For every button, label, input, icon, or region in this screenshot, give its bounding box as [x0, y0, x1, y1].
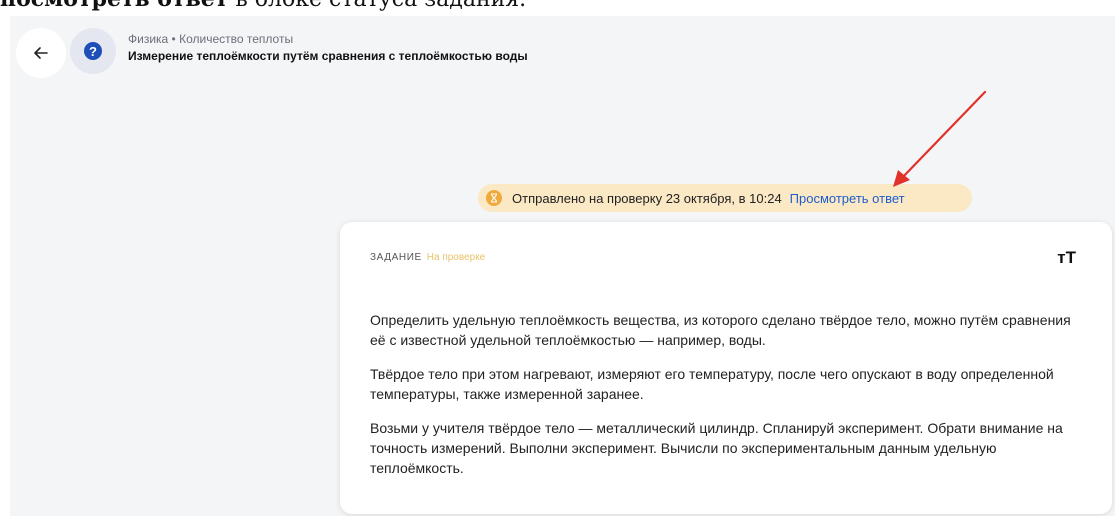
app-left-strip — [0, 16, 10, 516]
hourglass-icon — [486, 190, 502, 206]
instruction-caption: посмотреть ответ в блоке статуса задания… — [0, 0, 1115, 16]
task-paragraph: Твёрдое тело при этом нагревают, измеряю… — [370, 366, 1054, 402]
view-answer-link[interactable]: Просмотреть ответ — [790, 191, 905, 206]
help-button[interactable]: ? — [70, 28, 116, 74]
task-status: На проверке — [426, 252, 486, 263]
status-badge: Отправлено на проверку 23 октября, в 10:… — [478, 184, 972, 212]
question-icon: ? — [84, 42, 102, 60]
breadcrumb[interactable]: Физика • Количество теплоты — [128, 32, 293, 46]
page-title: Измерение теплоёмкости путём сравнения с… — [128, 49, 528, 63]
task-header: ЗАДАНИЕ На проверке — [370, 252, 485, 263]
instruction-bold: посмотреть ответ — [0, 0, 228, 12]
back-button[interactable] — [16, 28, 66, 78]
font-size-button[interactable]: тT — [1057, 248, 1076, 268]
task-paragraph: Определить удельную теплоёмкость веществ… — [370, 312, 1071, 348]
arrow-left-icon — [34, 47, 48, 59]
task-paragraph: Возьми у учителя твёрдое тело — металлич… — [370, 420, 1063, 476]
instruction-rest: в блоке статуса задания. — [228, 0, 526, 12]
task-label: ЗАДАНИЕ — [370, 252, 422, 263]
status-text: Отправлено на проверку 23 октября, в 10:… — [512, 190, 782, 206]
task-card: ЗАДАНИЕ На проверке тT Определить удельну… — [340, 222, 1112, 514]
task-body: Определить удельную теплоёмкость веществ… — [370, 310, 1086, 492]
